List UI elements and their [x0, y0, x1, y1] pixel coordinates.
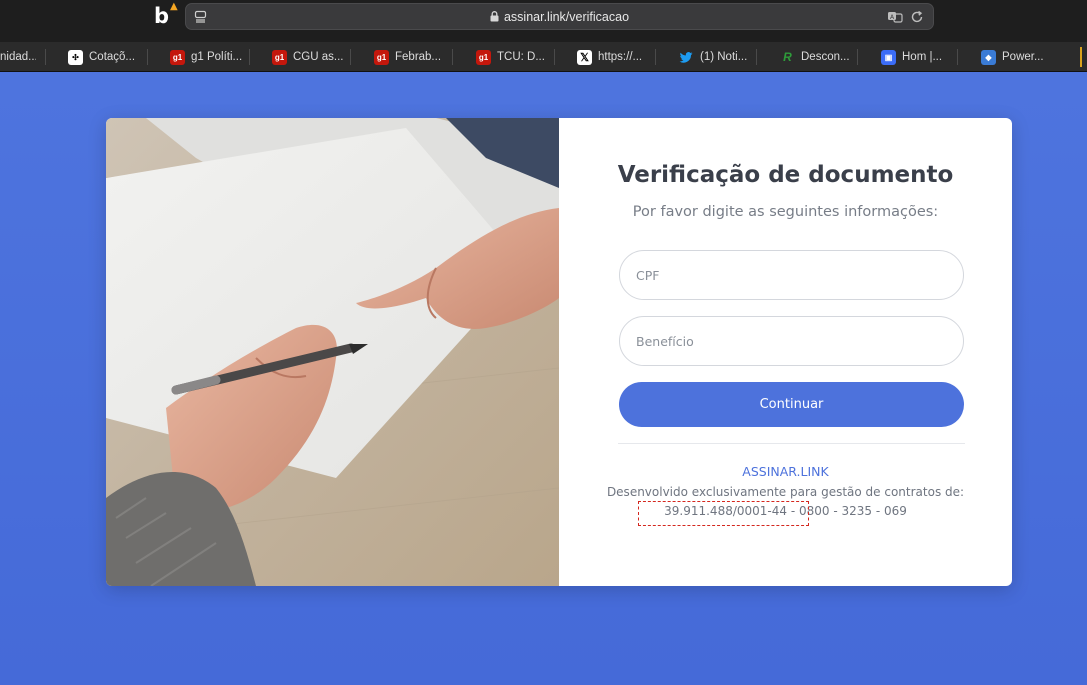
grid-icon: ✣ — [68, 49, 83, 65]
browser-titlebar: b ▲ assinar.link/verificacao A — [0, 0, 1087, 42]
assinar-link[interactable]: ASSINAR.LINK — [559, 464, 1012, 479]
divider — [618, 443, 965, 444]
x-icon: 𝕏 — [577, 49, 592, 65]
verification-card: Verificação de documento Por favor digit… — [106, 118, 1012, 586]
document-signing-photo — [106, 118, 559, 586]
bookmark-item[interactable]: R Descon... — [780, 42, 850, 72]
bookmarks-bar: nidad... ✣ Cotaçõ... g1 g1 Políti... g1 … — [0, 42, 1087, 72]
bookmark-item[interactable]: nidad... — [0, 42, 36, 72]
bookmark-item[interactable]: ▣ Hom |... — [881, 42, 943, 72]
annotation-highlight-box — [638, 501, 809, 526]
bookmark-item[interactable]: g1 TCU: D... — [476, 42, 548, 72]
page-subtitle: Por favor digite as seguintes informaçõe… — [632, 204, 939, 220]
bookmark-item[interactable]: ◆ Power... — [981, 42, 1047, 72]
bookmark-item[interactable]: ✣ Cotaçõ... — [68, 42, 140, 72]
translate-icon[interactable]: A — [887, 9, 903, 25]
bookmark-item[interactable]: g1 g1 Políti... — [170, 42, 245, 72]
g1-icon: g1 — [374, 49, 389, 65]
continue-button[interactable]: Continuar — [619, 382, 964, 427]
bookmark-item[interactable]: g1 CGU as... — [272, 42, 344, 72]
bookmark-item[interactable]: (1) Noti... — [679, 42, 749, 72]
bookmark-item[interactable]: g1 Febrab... — [374, 42, 446, 72]
url-text[interactable]: assinar.link/verificacao — [504, 10, 629, 24]
beneficio-input[interactable] — [619, 316, 964, 366]
browser-logo-icon[interactable]: b ▲ — [154, 1, 178, 28]
g1-icon: g1 — [170, 49, 185, 65]
power-icon: ◆ — [981, 49, 996, 65]
cpf-input[interactable] — [619, 250, 964, 300]
reload-icon[interactable] — [909, 9, 925, 25]
app-icon: ▣ — [881, 49, 896, 65]
g1-icon: g1 — [476, 49, 491, 65]
r-icon: R — [783, 50, 792, 64]
twitter-icon — [679, 51, 693, 63]
lock-icon — [490, 11, 499, 22]
developed-by-text: Desenvolvido exclusivamente para gestão … — [606, 485, 965, 499]
warning-icon: ▲ — [170, 1, 178, 12]
g1-icon: g1 — [272, 49, 287, 65]
address-bar[interactable]: assinar.link/verificacao A — [185, 3, 934, 30]
page-title: Verificação de documento — [617, 162, 954, 188]
bookmark-item[interactable]: 𝕏 https://... — [577, 42, 647, 72]
